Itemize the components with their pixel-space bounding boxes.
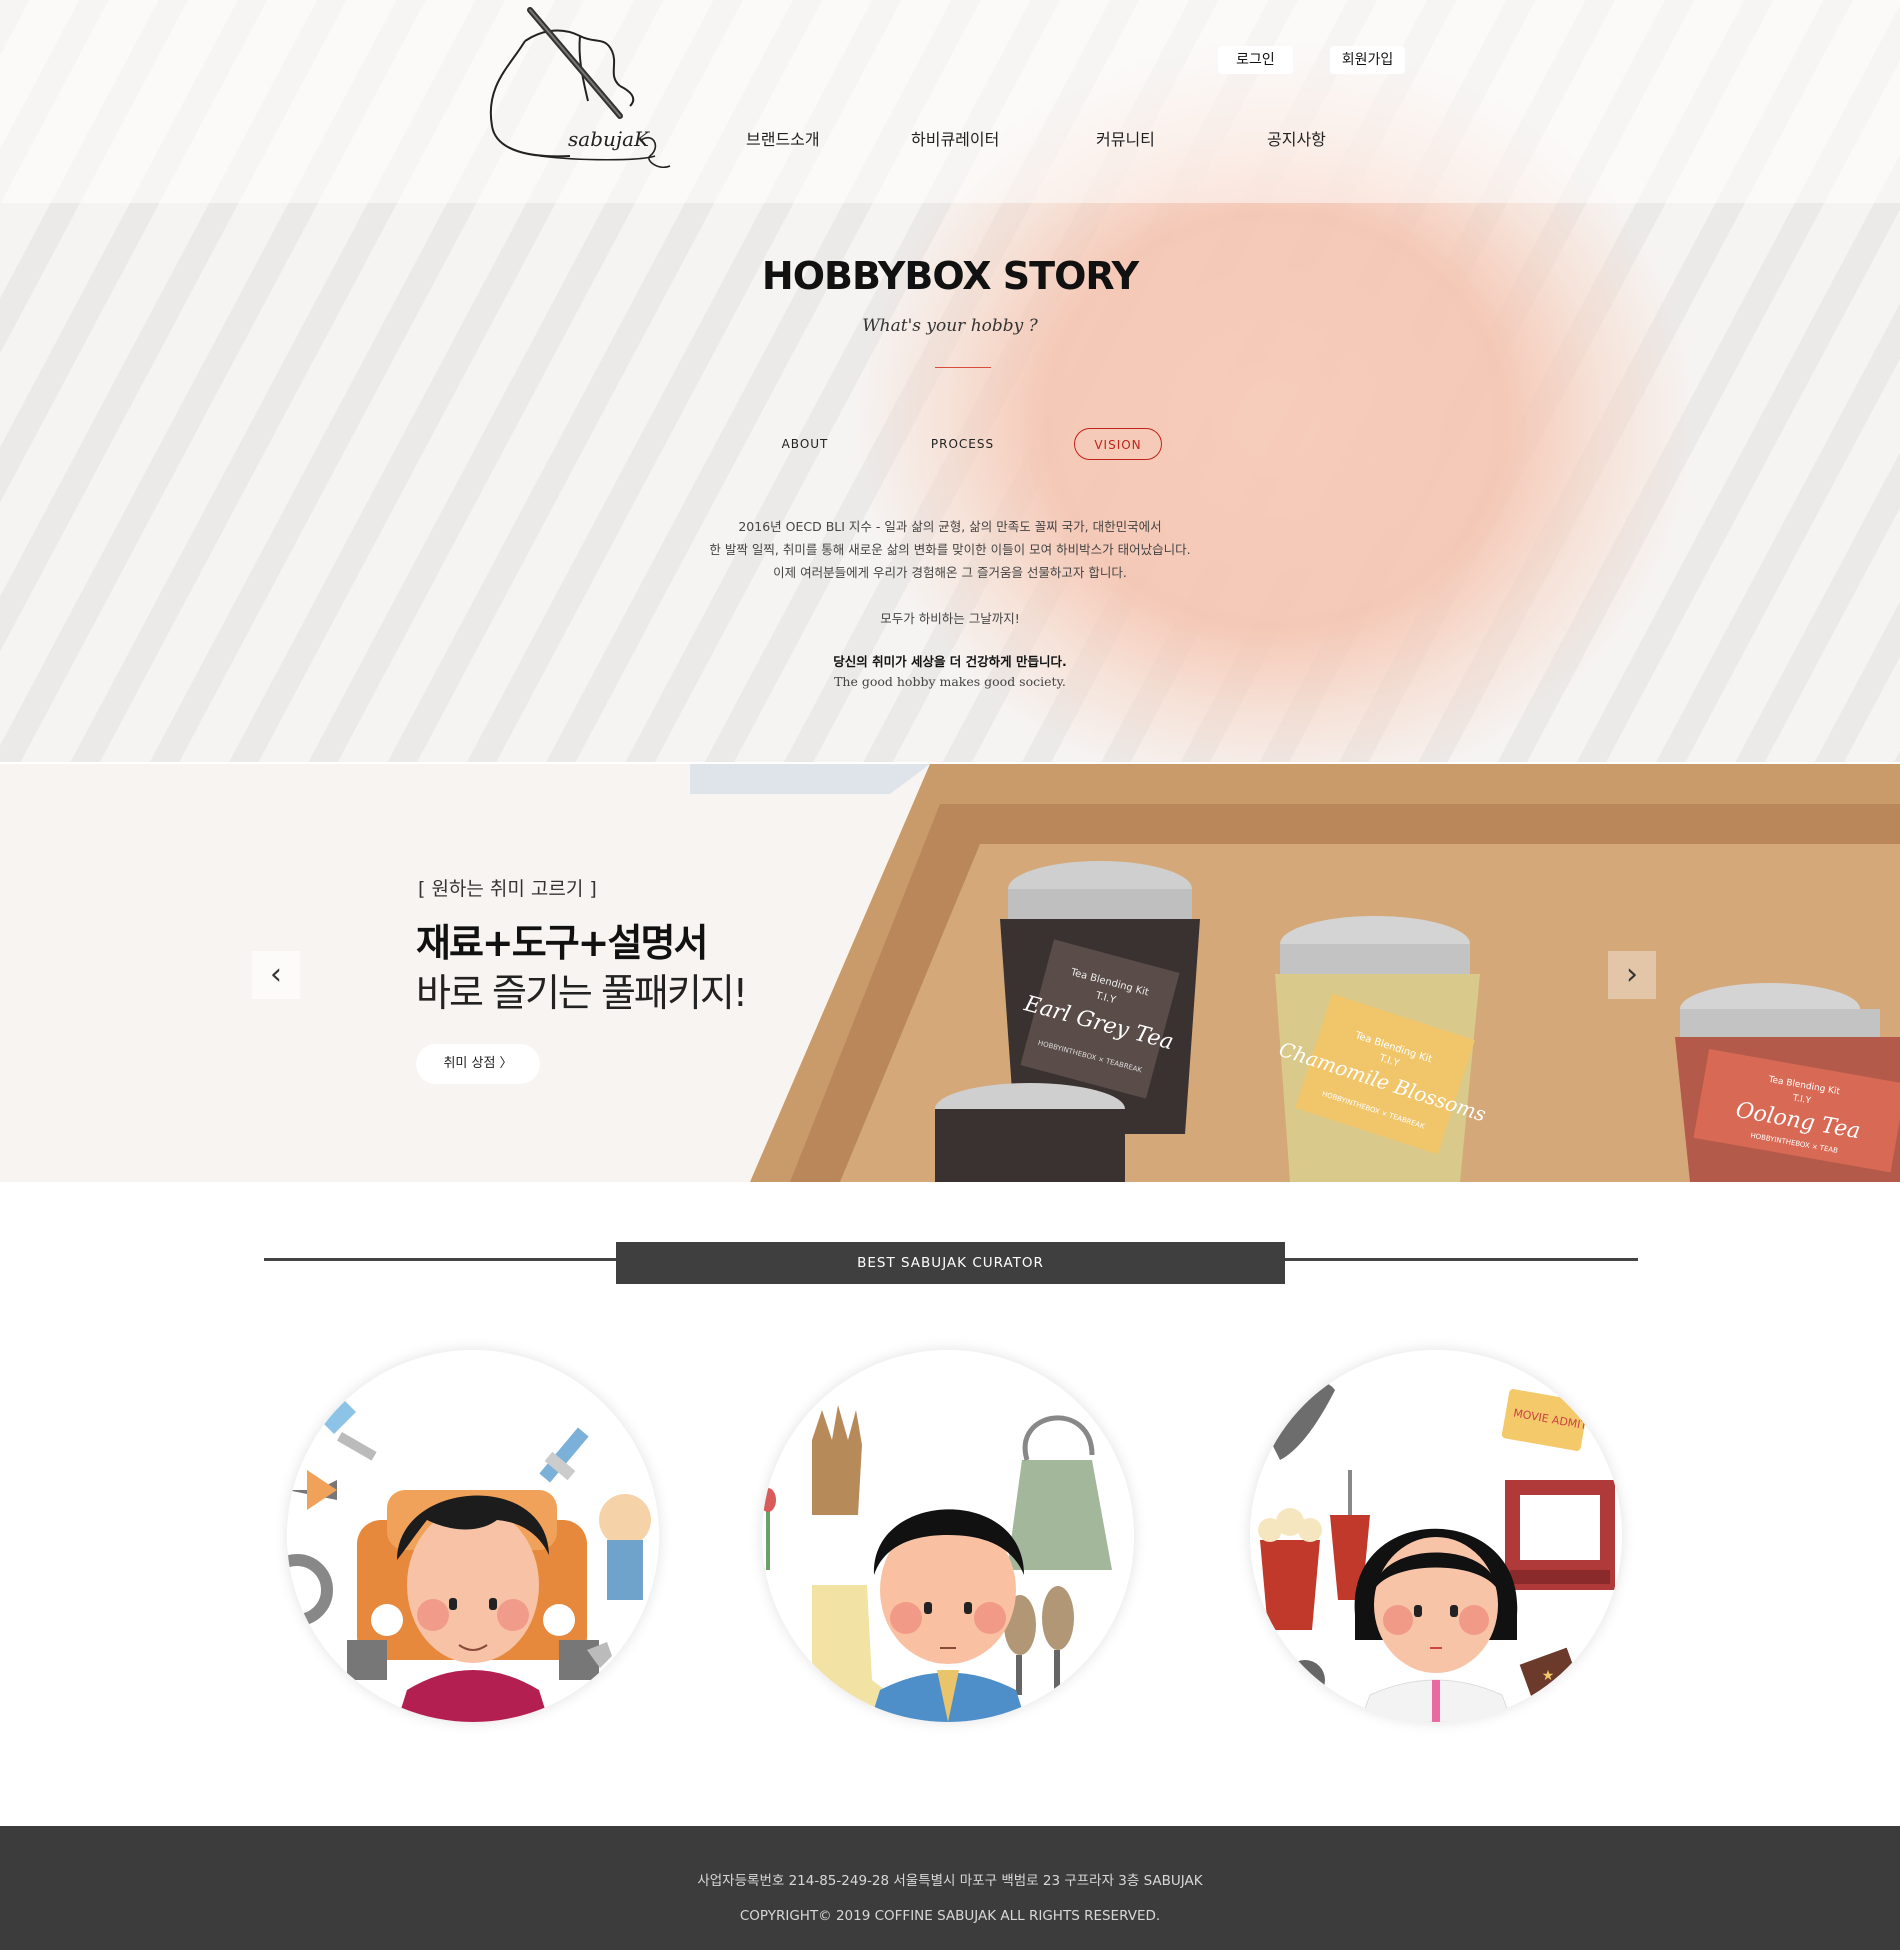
tab-about[interactable]: ABOUT <box>770 428 840 460</box>
curator-section-title: BEST SABUJAK CURATOR <box>616 1242 1285 1284</box>
glove-icon <box>812 1405 862 1515</box>
story-title: HOBBYBOX STORY <box>761 254 1139 298</box>
theater-icon <box>1505 1480 1615 1590</box>
person-illustration <box>870 1509 1026 1722</box>
jar-chamomile: Tea Blending Kit T.I.Y Chamomile Blossom… <box>1275 916 1489 1182</box>
curator-card-gardener[interactable] <box>762 1350 1134 1722</box>
crochet-hand-icon: sabujaK <box>489 7 671 168</box>
vision-text: 모두가 하비하는 그날까지! <box>880 611 1020 626</box>
tab-vision[interactable]: VISION <box>1074 428 1162 460</box>
banner-headline: 재료+도구+설명서 <box>416 921 708 965</box>
vision-slogan-en: The good hobby makes good society. <box>834 674 1066 689</box>
login-button[interactable]: 로그인 <box>1218 46 1293 74</box>
slider-next-arrow-icon[interactable]: › <box>1608 951 1656 999</box>
hero-section <box>0 0 1900 762</box>
popcorn-icon <box>1258 1508 1322 1630</box>
logo-text: sabujaK <box>568 127 650 151</box>
vision-text: 2016년 OECD BLI 지수 - 일과 삶의 균형, 삶의 만족도 꼴찌 … <box>738 519 1162 534</box>
hobby-shop-button[interactable]: 취미 상점 〉 <box>416 1044 540 1084</box>
person-illustration <box>1354 1528 1518 1722</box>
slider-prev-arrow-icon[interactable]: ‹ <box>252 951 300 999</box>
story-subtitle: What's your hobby ? <box>862 316 1038 336</box>
movie-lover-avatar-illustration: MOVIE ADMIT ★ <box>1250 1350 1622 1722</box>
banner-subline: 바로 즐기는 풀패키지! <box>416 971 748 1015</box>
nav-item-community[interactable]: 커뮤니티 <box>1096 126 1155 150</box>
svg-text:★: ★ <box>1542 1668 1555 1684</box>
nav-item-hobby-curator[interactable]: 하비큐레이터 <box>911 126 999 150</box>
gardener-avatar-illustration <box>762 1350 1134 1722</box>
tea-box-image: Tea Blending Kit T.I.Y Earl Grey Tea HOB… <box>690 764 1900 1182</box>
business-info: 사업자등록번호 214-85-249-28 서울특별시 마포구 백범로 23 구… <box>697 1873 1203 1889</box>
vision-text: 한 발짝 일찍, 취미를 통해 새로운 삶의 변화를 맞이한 이들이 모여 하비… <box>709 542 1191 557</box>
banner-tag: [ 원하는 취미 고르기 ] <box>418 878 597 900</box>
site-footer: 사업자등록번호 214-85-249-28 서울특별시 마포구 백범로 23 구… <box>0 1826 1900 1950</box>
jar-oolong: Tea Blending Kit T.I.Y Oolong Tea HOBBYI… <box>1675 983 1900 1182</box>
curator-divider-right <box>1284 1258 1638 1261</box>
mechanic-avatar-illustration <box>287 1350 659 1722</box>
nav-item-brand[interactable]: 브랜드소개 <box>746 126 820 150</box>
copyright: COPYRIGHT© 2019 COFFINE SABUJAK ALL RIGH… <box>739 1908 1161 1924</box>
header-band <box>0 0 1900 203</box>
vision-slogan: 당신의 취미가 세상을 더 건강하게 만듭니다. <box>833 654 1067 669</box>
tab-process[interactable]: PROCESS <box>925 428 1000 460</box>
curator-card-mechanic[interactable] <box>287 1350 659 1722</box>
title-divider <box>935 367 991 368</box>
nav-item-notice[interactable]: 공지사항 <box>1267 126 1326 150</box>
curator-divider-left <box>264 1258 617 1261</box>
sabujak-logo[interactable]: sabujaK <box>480 6 675 168</box>
signup-button[interactable]: 회원가입 <box>1330 46 1405 74</box>
vision-text: 이제 여러분들에게 우리가 경험해온 그 즐거움을 선물하고자 합니다. <box>773 565 1127 580</box>
curator-card-movie-lover[interactable]: MOVIE ADMIT ★ <box>1250 1350 1622 1722</box>
